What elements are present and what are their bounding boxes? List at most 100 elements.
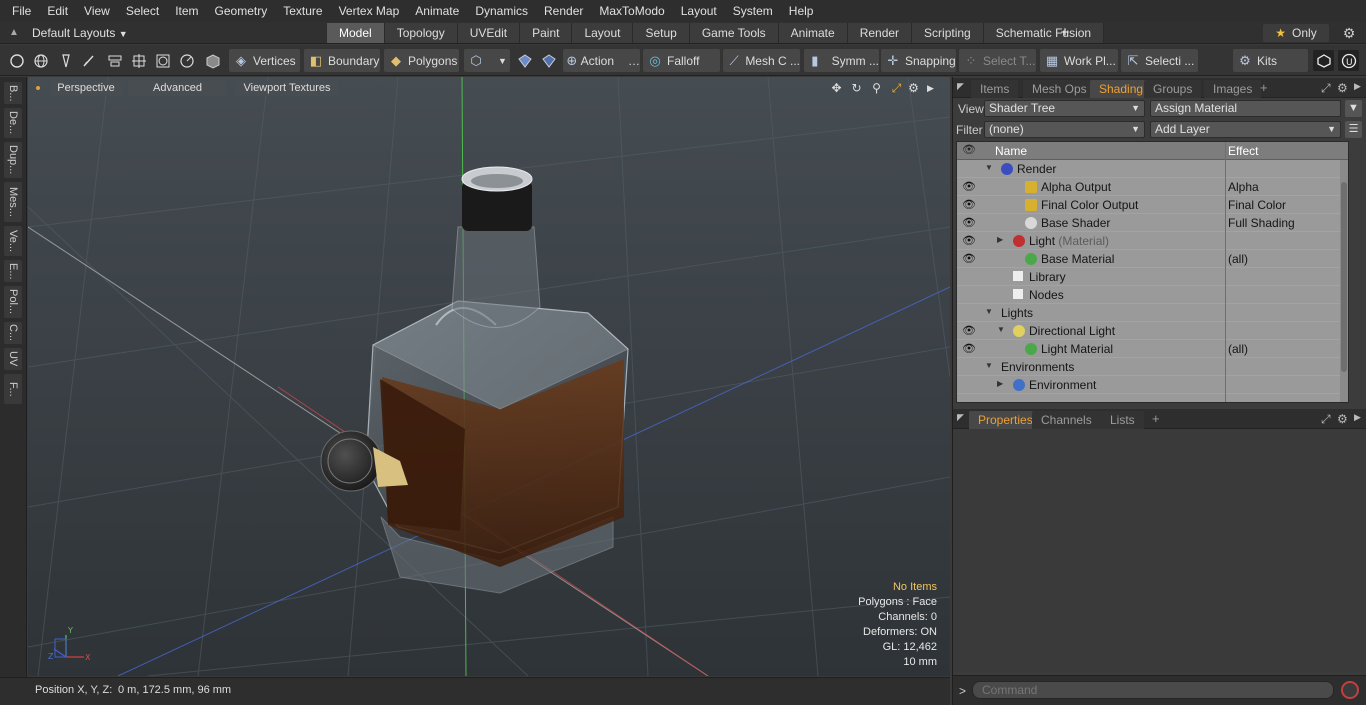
tab-lists[interactable]: Lists [1101, 411, 1144, 429]
menu-dynamics[interactable]: Dynamics [467, 0, 536, 22]
falloff-button[interactable]: ◎ Falloff [643, 49, 720, 72]
viewport-textures-tab[interactable]: Viewport Textures [235, 81, 339, 96]
tab-mesh-ops[interactable]: Mesh Ops [1023, 80, 1096, 98]
select-through-button[interactable]: ⁘ Select T... [959, 49, 1036, 72]
pan-icon[interactable]: ✥ [829, 81, 844, 96]
left-tab-mesh-edit[interactable]: Mes... [4, 182, 22, 222]
tab-layout[interactable]: Layout [572, 23, 634, 43]
command-record-button[interactable] [1341, 681, 1359, 699]
viewport-menu-dot[interactable] [36, 86, 40, 90]
menu-render[interactable]: Render [536, 0, 591, 22]
unity-icon[interactable] [1313, 50, 1334, 71]
menu-system[interactable]: System [725, 0, 781, 22]
mesh-constraint-button[interactable]: ⟋ Mesh C ... [723, 49, 800, 72]
square-circle-icon[interactable] [152, 50, 173, 71]
menu-maxtomodo[interactable]: MaxToModo [591, 0, 672, 22]
left-tab-vertex[interactable]: Ve... [4, 226, 22, 256]
maximize-panel-icon[interactable]: ⤢ [1321, 81, 1331, 96]
gear-icon[interactable]: ⚙ [1341, 25, 1357, 41]
item-mode-icon[interactable] [202, 50, 223, 71]
tab-animate[interactable]: Animate [778, 23, 848, 43]
symmetry-button[interactable]: ▮ Symm ... [804, 49, 879, 72]
properties-arrow-icon[interactable]: ▶ [1354, 412, 1361, 423]
shader-tree-row[interactable]: ▼ Environments [957, 358, 1348, 376]
tab-shading[interactable]: Shading [1090, 80, 1153, 98]
left-tab-duplicate[interactable]: Dup... [4, 142, 22, 178]
kits-button[interactable]: ⚙ Kits [1233, 49, 1308, 72]
tab-properties[interactable]: Properties [969, 411, 1042, 429]
column-divider[interactable] [1225, 142, 1226, 402]
circle-select-icon[interactable] [6, 50, 27, 71]
panel-arrow-icon[interactable]: ▶ [1354, 81, 1361, 92]
tab-uvedit[interactable]: UVEdit [457, 23, 521, 43]
add-layer-dropdown[interactable]: Add Layer ▼ [1150, 121, 1341, 138]
column-name[interactable]: Name [995, 144, 1027, 158]
brush-icon[interactable] [78, 50, 99, 71]
rotate-icon[interactable] [176, 50, 197, 71]
properties-menu-icon[interactable]: ◤ [957, 412, 964, 423]
left-tab-fusion[interactable]: F... [4, 374, 22, 404]
visibility-eye-icon[interactable]: 👁 [962, 252, 976, 265]
action-center-button[interactable]: ⊕ Action… [563, 49, 640, 72]
menu-file[interactable]: File [4, 0, 39, 22]
expand-closed-icon[interactable]: ▶ [997, 235, 1003, 244]
tab-setup[interactable]: Setup [633, 23, 690, 43]
left-tab-deform[interactable]: De... [4, 108, 22, 138]
symmetry-right-icon[interactable] [538, 50, 559, 71]
shader-tree-row[interactable]: ▼ Render [957, 160, 1348, 178]
shader-tree-row[interactable]: ▼ Lights [957, 304, 1348, 322]
layout-select[interactable]: Default Layouts ▼ [32, 25, 128, 42]
menu-layout[interactable]: Layout [673, 0, 725, 22]
filter-dropdown[interactable]: (none) ▼ [984, 121, 1145, 138]
menu-geometry[interactable]: Geometry [207, 0, 276, 22]
left-tab-polygon[interactable]: Pol... [4, 286, 22, 318]
add-tab-button[interactable]: + [1260, 80, 1268, 95]
symmetry-left-icon[interactable] [514, 50, 535, 71]
visibility-eye-icon[interactable]: 👁 [962, 234, 976, 247]
tab-game-tools[interactable]: Game Tools [689, 23, 779, 43]
boundary-button[interactable]: ◧ Boundary [304, 49, 380, 72]
vertices-button[interactable]: ◈ Vertices [229, 49, 300, 72]
properties-maximize-icon[interactable]: ⤢ [1321, 412, 1331, 427]
shader-tree-row[interactable]: Nodes [957, 286, 1348, 304]
orbit-icon[interactable]: ↻ [849, 81, 864, 96]
row-effect[interactable]: Alpha [1228, 180, 1259, 194]
snapping-button[interactable]: ✛ Snapping [881, 49, 956, 72]
expand-open-icon[interactable]: ▼ [985, 163, 993, 172]
left-tab-uv[interactable]: UV [4, 348, 22, 370]
menu-select[interactable]: Select [118, 0, 167, 22]
add-properties-tab-button[interactable]: + [1152, 411, 1160, 426]
expand-closed-icon[interactable]: ▶ [997, 379, 1003, 388]
visibility-eye-icon[interactable]: 👁 [962, 324, 976, 337]
maximize-icon[interactable]: ⤢ [889, 81, 904, 96]
visibility-eye-icon[interactable]: 👁 [962, 198, 976, 211]
panel-menu-icon[interactable]: ◤ [957, 81, 964, 92]
filter-funnel-icon[interactable]: ▼ [1345, 100, 1362, 117]
material-mode-button[interactable]: ⬡ ▼ [464, 49, 510, 72]
tab-render[interactable]: Render [847, 23, 913, 43]
list-options-icon[interactable]: ☰ [1345, 121, 1362, 138]
assign-material-dropdown[interactable]: Assign Material [1150, 100, 1341, 117]
row-effect[interactable]: (all) [1228, 342, 1248, 356]
visibility-eye-icon[interactable]: 👁 [962, 216, 976, 229]
viewport-scene[interactable]: Y X Z [28, 77, 950, 676]
viewport-gear-icon[interactable]: ⚙ [906, 81, 921, 96]
menu-item[interactable]: Item [167, 0, 206, 22]
tab-schematic-fusion[interactable]: Schematic Fusion [983, 23, 1105, 43]
tab-groups[interactable]: Groups [1144, 80, 1202, 98]
left-tab-edge[interactable]: E... [4, 260, 22, 282]
left-tab-basic[interactable]: B... [4, 82, 22, 104]
unreal-icon[interactable]: U [1338, 50, 1359, 71]
tab-images[interactable]: Images [1204, 80, 1262, 98]
viewport-advanced-tab[interactable]: Advanced [128, 81, 227, 96]
tab-topology[interactable]: Topology [384, 23, 458, 43]
menu-animate[interactable]: Animate [407, 0, 467, 22]
shader-tree-row[interactable]: 👁▼Directional Light▼ [957, 322, 1348, 340]
left-tab-curve[interactable]: C... [4, 322, 22, 344]
menu-texture[interactable]: Texture [275, 0, 330, 22]
viewport-play-icon[interactable]: ▶ [923, 81, 938, 96]
polygons-button[interactable]: ◆ Polygons [384, 49, 459, 72]
expand-open-icon[interactable]: ▼ [997, 325, 1005, 334]
menu-edit[interactable]: Edit [39, 0, 76, 22]
panel-gear-icon[interactable]: ⚙ [1337, 81, 1348, 95]
